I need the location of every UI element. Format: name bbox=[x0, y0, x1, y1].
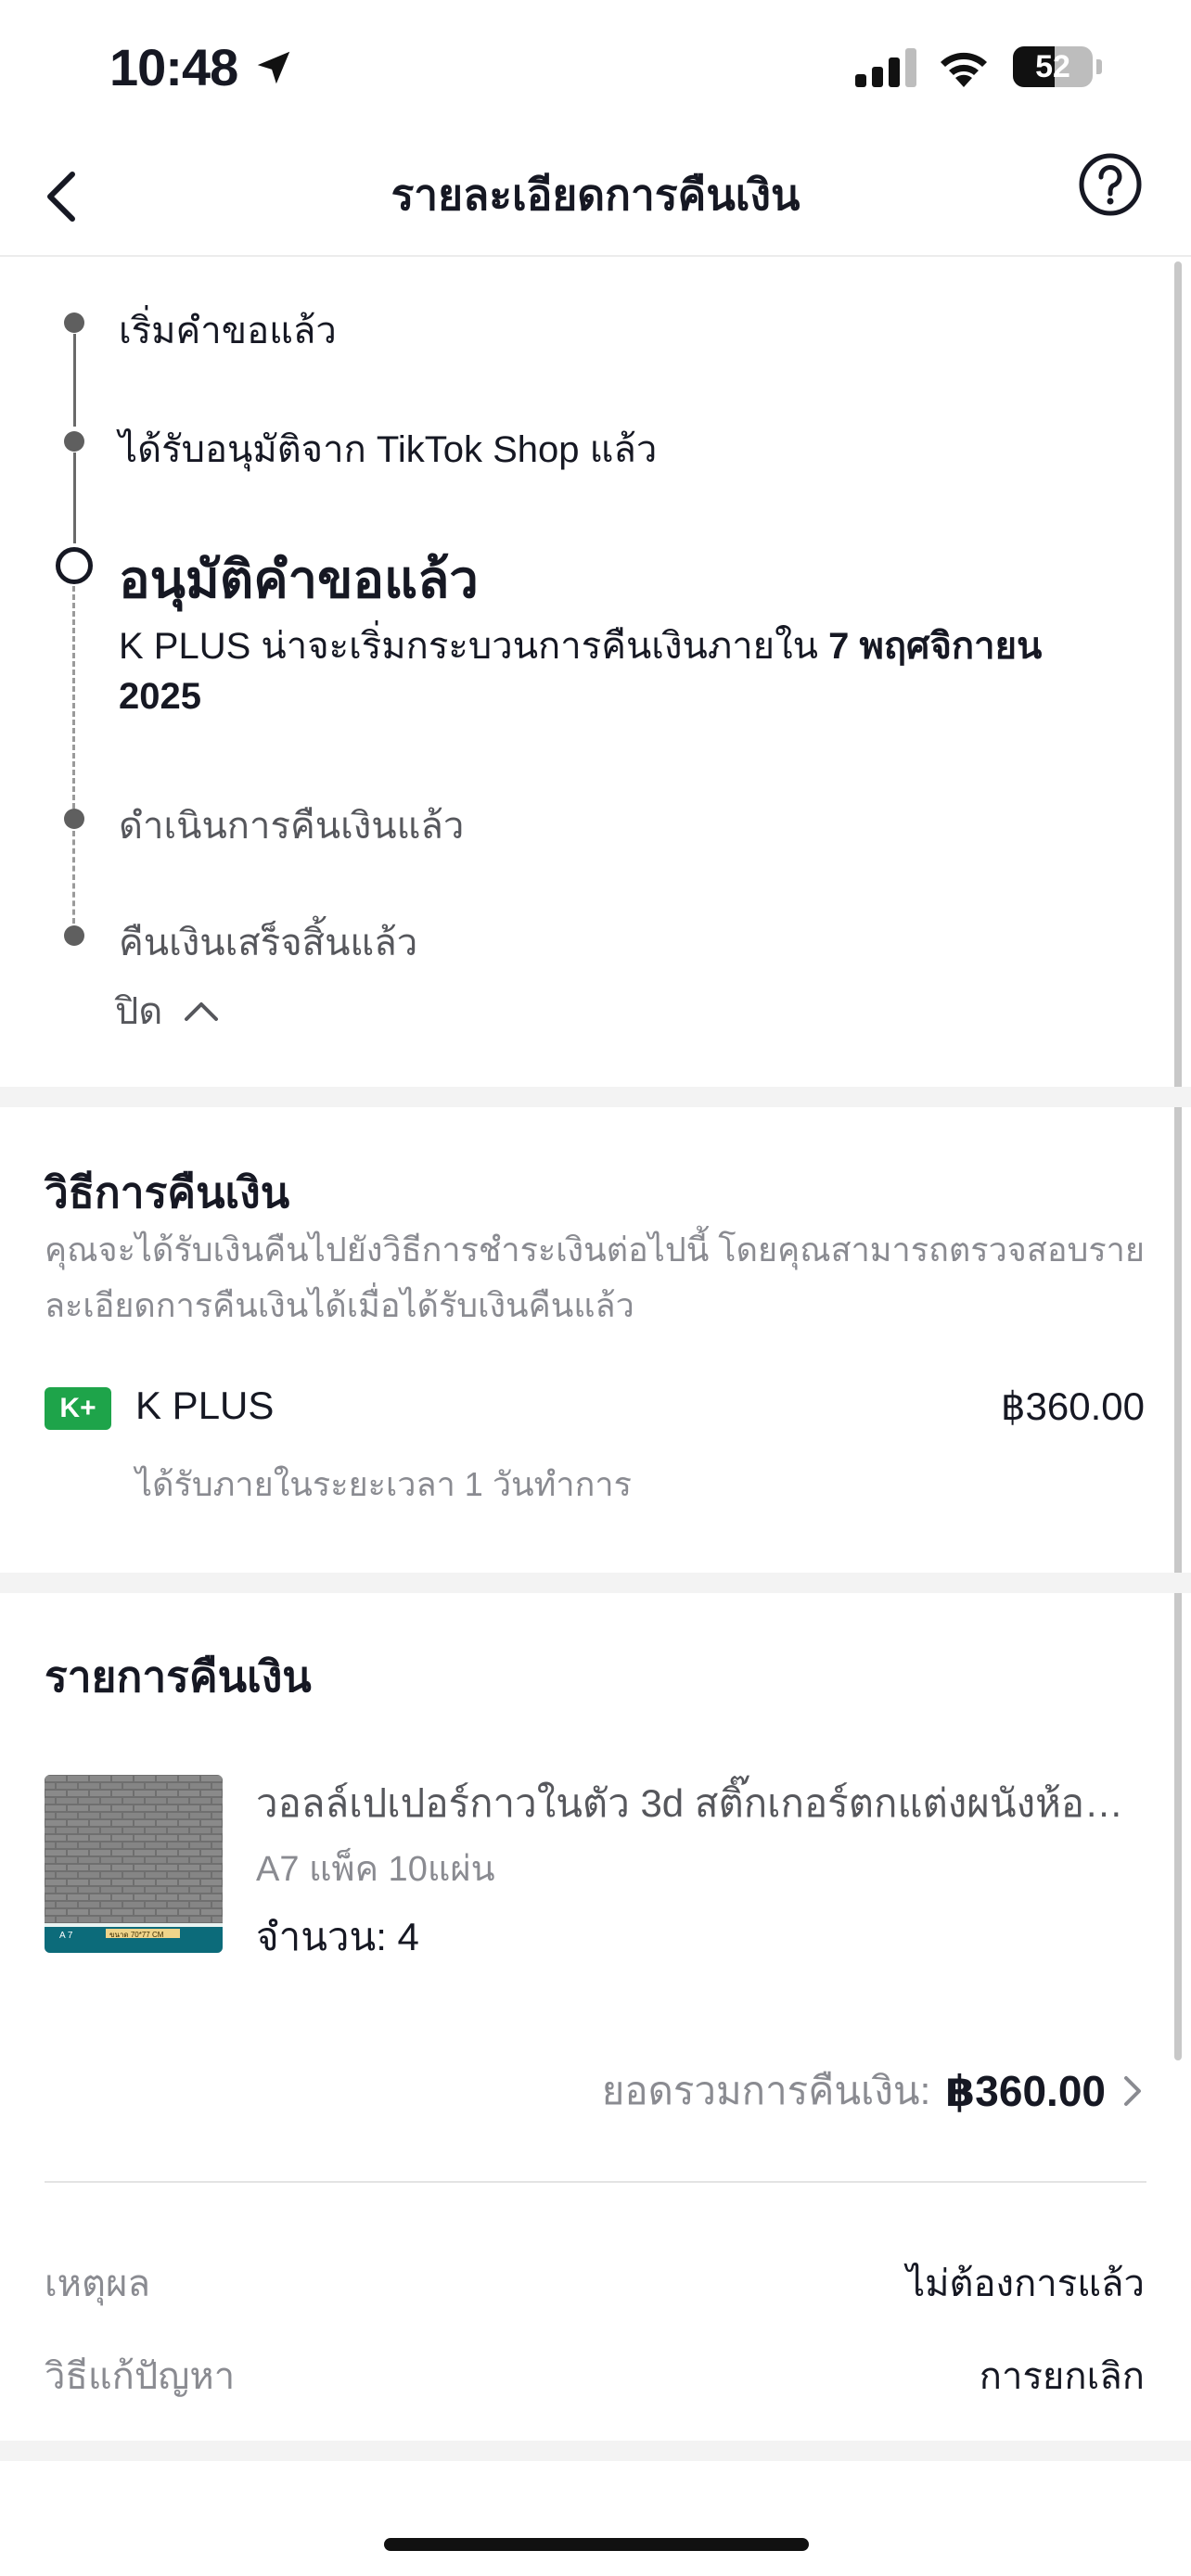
section-divider bbox=[0, 2441, 1191, 2461]
product-name[interactable]: วอลล์เปเปอร์กาวในตัว 3d สติ๊กเกอร์ตกแต่ง… bbox=[256, 1773, 1128, 1834]
timeline-step-label: ดำเนินการคืนเงินแล้ว bbox=[119, 806, 465, 847]
refund-method-title: วิธีการคืนเงิน bbox=[45, 1168, 290, 1217]
timeline-connector bbox=[73, 453, 76, 543]
nav-divider bbox=[0, 255, 1191, 257]
refund-method-amount: ฿360.00 bbox=[1000, 1384, 1145, 1428]
timeline-dot-pending bbox=[64, 809, 84, 829]
timeline-step-label: ได้รับอนุมัติจาก TikTok Shop แล้ว bbox=[119, 429, 658, 470]
product-thumb-caption: ขนาด 70*77 CM bbox=[109, 1931, 164, 1939]
refund-method-note: ได้รับภายในระยะเวลา 1 วันทำการ bbox=[135, 1465, 632, 1503]
battery-level: 52 bbox=[1035, 49, 1070, 84]
refund-method-description: คุณจะได้รับเงินคืนไปยังวิธีการชำระเงินต่… bbox=[45, 1231, 1145, 1324]
product-thumb-tag: A 7 bbox=[59, 1931, 73, 1941]
refund-items-title: รายการคืนเงิน bbox=[45, 1652, 312, 1701]
collapse-label: ปิด bbox=[115, 991, 163, 1032]
timeline-current-ring bbox=[56, 547, 93, 584]
collapse-timeline-button[interactable]: ปิด bbox=[115, 981, 220, 1040]
solution-value: การยกเลิก bbox=[979, 2356, 1145, 2397]
kplus-logo: K+ bbox=[45, 1387, 111, 1430]
timeline-step-label: คืนเงินเสร็จสิ้นแล้ว bbox=[119, 923, 418, 963]
chevron-up-icon bbox=[185, 1002, 219, 1021]
section-divider bbox=[0, 1087, 1191, 1107]
timeline-current-description: K PLUS น่าจะเริ่มกระบวนการคืนเงินภายใน 7… bbox=[119, 626, 1043, 717]
timeline-connector-pending bbox=[72, 831, 75, 924]
timeline-connector-pending bbox=[72, 586, 75, 809]
battery-icon: 52 bbox=[1013, 46, 1102, 87]
divider bbox=[45, 2181, 1146, 2183]
question-circle-icon bbox=[1079, 153, 1142, 216]
solution-label: วิธีแก้ปัญหา bbox=[45, 2356, 236, 2397]
timeline-current-step: อนุมัติคำขอแล้ว bbox=[119, 550, 479, 608]
scrollbar[interactable] bbox=[1174, 261, 1182, 2060]
refund-total-label: ยอดรวมการคืนเงิน: bbox=[601, 2069, 931, 2112]
cellular-signal-icon bbox=[855, 48, 916, 87]
refund-total-value: ฿360.00 bbox=[945, 2067, 1106, 2115]
chevron-right-icon bbox=[1124, 2076, 1141, 2106]
product-quantity: จำนวน: 4 bbox=[256, 1915, 419, 1958]
product-variant: A7 แพ็ค 10แผ่น bbox=[256, 1850, 495, 1889]
reason-label: เหตุผล bbox=[45, 2264, 150, 2304]
location-arrow-icon bbox=[257, 51, 290, 84]
page-title: รายละเอียดการคืนเงิน bbox=[391, 171, 800, 219]
refund-method-name: K PLUS bbox=[135, 1384, 275, 1427]
wifi-icon bbox=[941, 52, 987, 87]
section-divider bbox=[0, 1573, 1191, 1593]
home-indicator[interactable] bbox=[384, 2538, 809, 2551]
refund-total-row[interactable]: ยอดรวมการคืนเงิน: ฿360.00 bbox=[602, 2060, 1145, 2122]
timeline-connector bbox=[73, 334, 76, 427]
reason-value: ไม่ต้องการแล้ว bbox=[906, 2264, 1145, 2304]
timeline-dot-done bbox=[64, 312, 84, 333]
status-time: 10:48 bbox=[109, 38, 238, 96]
timeline-dot-done bbox=[64, 431, 84, 452]
product-thumbnail[interactable]: ขนาด 70*77 CM A 7 bbox=[45, 1775, 223, 1953]
help-button[interactable] bbox=[1078, 152, 1143, 217]
timeline-step-label: เริ่มคำขอแล้ว bbox=[119, 311, 337, 351]
timeline-dot-pending bbox=[64, 925, 84, 946]
product-image bbox=[45, 1775, 223, 1953]
